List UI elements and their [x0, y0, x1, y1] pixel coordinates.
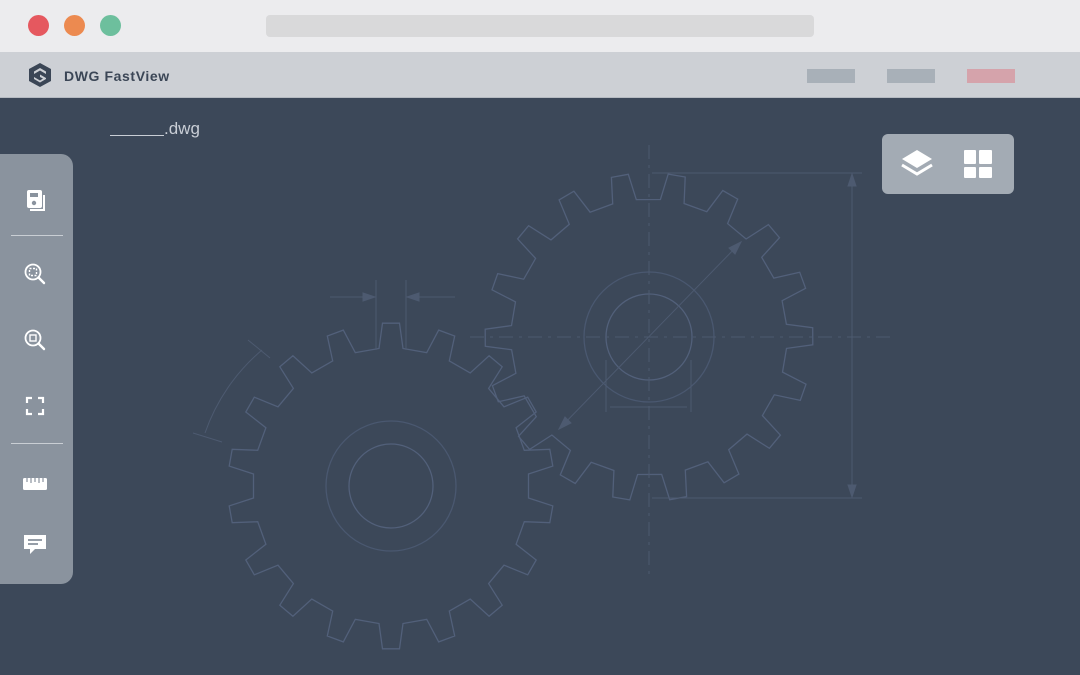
header-button-3[interactable] — [967, 69, 1015, 83]
layers-icon — [901, 150, 933, 176]
layout-grid-icon — [964, 150, 992, 178]
zoom-extents-icon — [24, 329, 46, 351]
header-button-1[interactable] — [807, 69, 855, 83]
save-tool[interactable] — [17, 182, 53, 218]
toolbar-separator — [11, 443, 63, 444]
right-panel — [882, 134, 1014, 194]
fullscreen-tool[interactable] — [17, 388, 53, 424]
app-title: DWG FastView — [64, 68, 170, 84]
toolbar-separator — [11, 235, 63, 236]
filename-blank — [110, 118, 164, 136]
layers-button[interactable] — [899, 146, 935, 182]
save-icon — [27, 190, 45, 211]
filename-label: .dwg — [110, 118, 200, 139]
zoom-window-button[interactable] — [100, 15, 121, 36]
close-window-button[interactable] — [28, 15, 49, 36]
layouts-button[interactable] — [960, 146, 996, 182]
header-button-2[interactable] — [887, 69, 935, 83]
address-bar[interactable] — [266, 15, 814, 37]
comment-tool[interactable] — [17, 526, 53, 562]
window-titlebar — [0, 0, 1080, 52]
dwg-fastview-logo-icon — [28, 62, 52, 88]
zoom-extents-tool[interactable] — [17, 322, 53, 358]
ruler-icon — [23, 478, 47, 490]
measure-tool[interactable] — [17, 466, 53, 502]
fullscreen-icon — [25, 396, 45, 416]
comment-icon — [24, 535, 46, 554]
zoom-window-icon — [24, 263, 46, 285]
minimize-window-button[interactable] — [64, 15, 85, 36]
left-toolbar — [0, 154, 73, 584]
filename-extension: .dwg — [164, 119, 200, 138]
zoom-window-tool[interactable] — [17, 256, 53, 292]
